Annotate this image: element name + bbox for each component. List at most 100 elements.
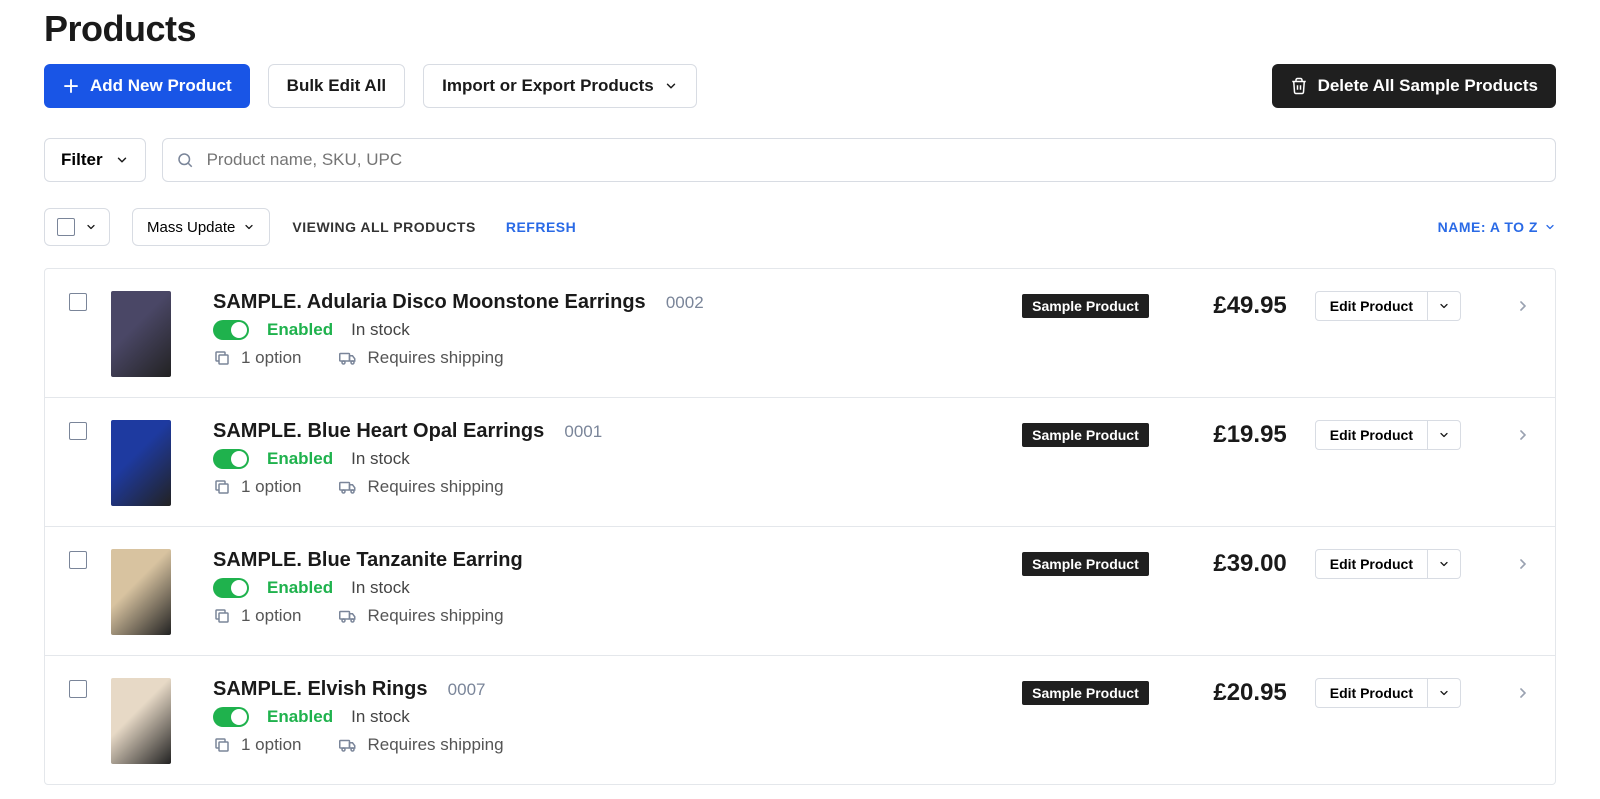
truck-icon [338,478,358,496]
row-expand-chevron[interactable] [1515,685,1531,701]
options-meta: 1 option [213,348,302,368]
search-icon [176,151,194,169]
product-sku: 0007 [448,680,486,699]
edit-dropdown-button[interactable] [1428,291,1461,321]
product-thumbnail[interactable] [111,291,171,377]
checkbox-icon [57,218,75,236]
edit-product-button[interactable]: Edit Product [1315,291,1428,321]
delete-sample-button[interactable]: Delete All Sample Products [1272,64,1556,108]
product-price: £39.00 [1177,550,1287,578]
row-right: Sample Product £49.95 Edit Product [1022,291,1531,321]
product-thumbnail[interactable] [111,549,171,635]
import-export-button[interactable]: Import or Export Products [423,64,697,108]
chevron-down-icon [115,153,129,167]
truck-icon [338,736,358,754]
edit-group: Edit Product [1315,549,1461,579]
shipping-text: Requires shipping [368,735,504,755]
row-checkbox-cell [69,549,111,573]
delete-sample-label: Delete All Sample Products [1318,76,1538,96]
controls-row: Mass Update VIEWING ALL PRODUCTS REFRESH… [44,208,1556,246]
plus-icon [62,77,80,95]
edit-product-button[interactable]: Edit Product [1315,678,1428,708]
product-name[interactable]: SAMPLE. Elvish Rings [213,678,427,700]
shipping-meta: Requires shipping [338,477,504,497]
row-checkbox[interactable] [69,293,87,311]
row-checkbox[interactable] [69,680,87,698]
product-sku: 0001 [564,422,602,441]
chevron-down-icon [1438,558,1450,570]
copy-icon [213,349,231,367]
row-checkbox[interactable] [69,422,87,440]
chevron-right-icon [1515,427,1531,443]
refresh-link[interactable]: REFRESH [506,219,576,235]
truck-icon [338,607,358,625]
row-expand-chevron[interactable] [1515,298,1531,314]
sample-badge: Sample Product [1022,294,1149,318]
product-price: £20.95 [1177,679,1287,707]
row-checkbox[interactable] [69,551,87,569]
product-info: SAMPLE. Blue Heart Opal Earrings 0001 En… [201,420,1022,497]
edit-group: Edit Product [1315,678,1461,708]
shipping-text: Requires shipping [368,348,504,368]
enabled-toggle[interactable] [213,449,249,469]
enabled-label: Enabled [267,449,333,469]
edit-product-button[interactable]: Edit Product [1315,420,1428,450]
enabled-toggle[interactable] [213,320,249,340]
product-name[interactable]: SAMPLE. Blue Tanzanite Earring [213,549,523,571]
sort-button[interactable]: NAME: A TO Z [1438,219,1556,235]
row-checkbox-cell [69,678,111,702]
filter-row: Filter [44,138,1556,182]
edit-group: Edit Product [1315,420,1461,450]
product-price: £19.95 [1177,421,1287,449]
product-name[interactable]: SAMPLE. Adularia Disco Moonstone Earring… [213,291,646,313]
row-checkbox-cell [69,291,111,315]
row-right: Sample Product £20.95 Edit Product [1022,678,1531,708]
edit-dropdown-button[interactable] [1428,420,1461,450]
bulk-edit-button[interactable]: Bulk Edit All [268,64,406,108]
sort-label: NAME: A TO Z [1438,219,1538,235]
mass-update-label: Mass Update [147,219,235,236]
chevron-right-icon [1515,556,1531,572]
shipping-meta: Requires shipping [338,735,504,755]
sample-badge: Sample Product [1022,423,1149,447]
top-actions-row: Add New Product Bulk Edit All Import or … [44,64,1556,108]
product-list: SAMPLE. Adularia Disco Moonstone Earring… [44,268,1556,785]
stock-label: In stock [351,449,410,469]
search-input[interactable] [162,138,1556,182]
stock-label: In stock [351,707,410,727]
sample-badge: Sample Product [1022,552,1149,576]
search-wrap [162,138,1556,182]
copy-icon [213,607,231,625]
enabled-label: Enabled [267,578,333,598]
options-text: 1 option [241,348,302,368]
enabled-toggle[interactable] [213,707,249,727]
row-expand-chevron[interactable] [1515,556,1531,572]
product-row: SAMPLE. Elvish Rings 0007 Enabled In sto… [45,656,1555,784]
thumb-cell [111,291,201,377]
row-right: Sample Product £19.95 Edit Product [1022,420,1531,450]
thumb-cell [111,549,201,635]
chevron-down-icon [664,79,678,93]
options-text: 1 option [241,606,302,626]
edit-product-button[interactable]: Edit Product [1315,549,1428,579]
product-sku: 0002 [666,293,704,312]
copy-icon [213,478,231,496]
row-expand-chevron[interactable] [1515,427,1531,443]
select-all-button[interactable] [44,208,110,246]
truck-icon [338,349,358,367]
filter-label: Filter [61,150,103,170]
options-text: 1 option [241,477,302,497]
enabled-toggle[interactable] [213,578,249,598]
shipping-meta: Requires shipping [338,606,504,626]
mass-update-button[interactable]: Mass Update [132,208,270,246]
product-thumbnail[interactable] [111,678,171,764]
product-thumbnail[interactable] [111,420,171,506]
product-name[interactable]: SAMPLE. Blue Heart Opal Earrings [213,420,544,442]
edit-dropdown-button[interactable] [1428,678,1461,708]
edit-dropdown-button[interactable] [1428,549,1461,579]
copy-icon [213,736,231,754]
chevron-down-icon [1438,429,1450,441]
add-product-button[interactable]: Add New Product [44,64,250,108]
filter-button[interactable]: Filter [44,138,146,182]
thumb-cell [111,420,201,506]
